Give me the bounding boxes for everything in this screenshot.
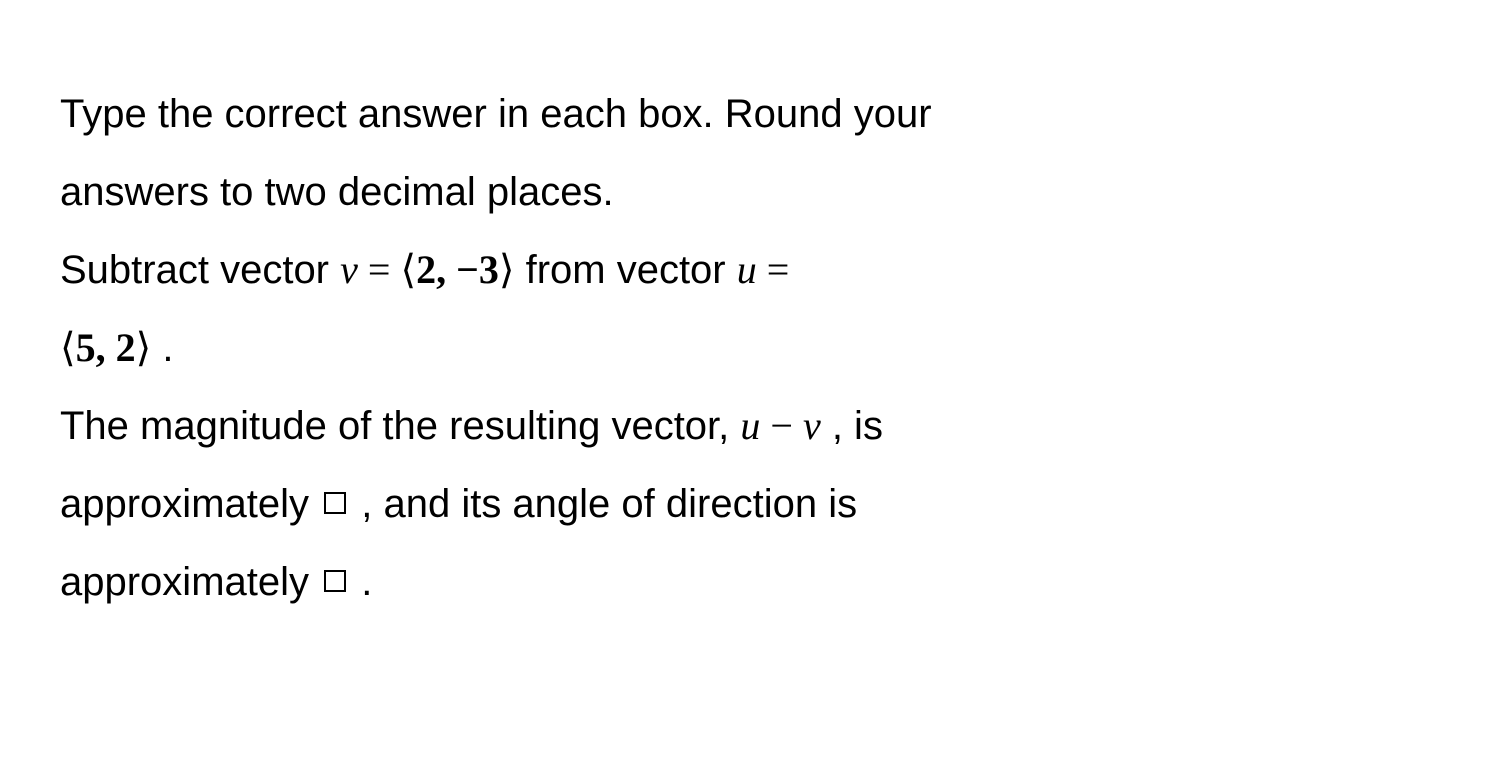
period-2: . (350, 560, 372, 604)
langle-1: ⟨ (400, 247, 416, 292)
equals-2: = (757, 247, 790, 292)
approximately-2: approximately (60, 560, 320, 604)
var-v: v (340, 247, 358, 292)
is-text: , is (821, 404, 883, 448)
period-1: . (151, 326, 173, 370)
vector-v-components: 2, −3 (416, 247, 499, 292)
instruction-line-1: Type the correct answer in each box. Rou… (60, 92, 932, 136)
problem-text: Type the correct answer in each box. Rou… (60, 75, 1440, 621)
instruction-line-2: answers to two decimal places. (60, 170, 614, 214)
expr-v: v (803, 403, 821, 448)
magnitude-text: The magnitude of the resulting vector, (60, 404, 740, 448)
angle-text: , and its angle of direction is (350, 482, 857, 526)
expr-minus: − (760, 403, 803, 448)
subtract-text: Subtract vector (60, 248, 340, 292)
var-u: u (737, 247, 757, 292)
approximately-1: approximately (60, 482, 320, 526)
vector-u-components: 5, 2 (76, 325, 136, 370)
answer-box-magnitude[interactable] (324, 492, 346, 514)
langle-2: ⟨ (60, 325, 76, 370)
from-vector-text: from vector (514, 248, 736, 292)
expr-u: u (740, 403, 760, 448)
answer-box-angle[interactable] (324, 570, 346, 592)
equals-1: = (358, 247, 401, 292)
rangle-1: ⟩ (499, 247, 515, 292)
rangle-2: ⟩ (136, 325, 152, 370)
